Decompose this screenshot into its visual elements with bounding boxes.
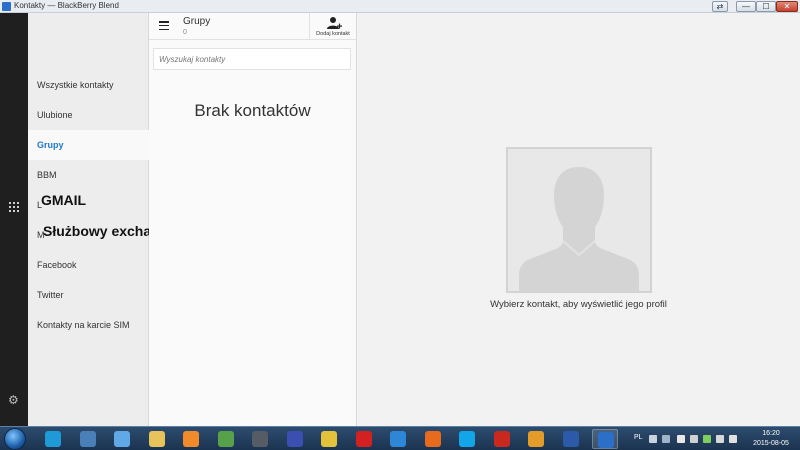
window-titlebar: Kontakty — BlackBerry Blend ⇄ — ☐ ✕ [0, 0, 800, 13]
taskbar-word-button[interactable] [558, 429, 584, 449]
window-title: Kontakty — BlackBerry Blend [14, 1, 119, 10]
app-x-icon [390, 431, 406, 447]
search-box [153, 48, 351, 70]
maximize-button[interactable]: ☐ [756, 1, 776, 12]
taskbar-app-orange-button[interactable] [523, 429, 549, 449]
clock[interactable]: 16:20 2015-08-05 [748, 429, 794, 449]
taskbar-network-button[interactable] [75, 429, 101, 449]
taskbar-app-x-button[interactable] [385, 429, 411, 449]
outlook-icon [183, 431, 199, 447]
chrome-icon [321, 431, 337, 447]
firefox-icon [424, 431, 441, 447]
taskbar-opera-button[interactable] [351, 429, 377, 449]
app-lock-icon [252, 431, 268, 447]
taskbar: PL 16:20 2015-08-05 [0, 426, 800, 450]
close-button[interactable]: ✕ [776, 1, 798, 12]
kodi-icon [45, 431, 61, 447]
start-button[interactable] [4, 428, 26, 450]
app-icon [2, 2, 11, 11]
add-contact-label: Dodaj kontakt [316, 31, 350, 37]
sidebar-item-facebook[interactable]: Facebook [28, 250, 149, 280]
taskbar-chrome-button[interactable] [316, 429, 342, 449]
app-green-icon [217, 431, 234, 447]
taskbar-save-button[interactable] [282, 429, 308, 449]
contact-count: 0 [183, 29, 187, 36]
save-icon [286, 431, 303, 447]
battery-icon[interactable] [703, 435, 711, 443]
word-icon [562, 431, 579, 447]
tray-expand-icon[interactable] [662, 435, 670, 443]
page-title: Grupy [183, 16, 211, 27]
contacts-list-panel: Grupy 0 Dodaj kontakt Brak kontaktów [149, 13, 357, 426]
clock-time: 16:20 [762, 430, 780, 437]
language-indicator[interactable]: PL [634, 434, 643, 441]
blend-icon [598, 432, 614, 448]
taskbar-explorer-button[interactable] [144, 429, 170, 449]
taskbar-app-lock-button[interactable] [247, 429, 273, 449]
sidebar-item-all-contacts[interactable]: Wszystkie kontakty [28, 70, 149, 100]
taskbar-firefox-button[interactable] [420, 429, 446, 449]
volume-icon[interactable] [729, 435, 737, 443]
category-sidebar: Wszystkie kontakty Ulubione Grupy BBM L … [28, 13, 149, 426]
search-input[interactable] [154, 49, 350, 70]
taskbar-outlook-button[interactable] [178, 429, 204, 449]
add-contact-button[interactable]: Dodaj kontakt [310, 13, 356, 40]
overlay-gmail-label: GMAIL [41, 192, 87, 208]
person-add-icon [327, 17, 342, 29]
blackberry-icon [114, 431, 130, 447]
empty-state-text: Brak kontaktów [194, 101, 311, 120]
contacts-header: Grupy 0 Dodaj kontakt [149, 13, 356, 40]
person-silhouette-icon [508, 149, 650, 291]
pdf-icon [493, 431, 510, 447]
taskbar-blackberry-button[interactable] [109, 429, 135, 449]
network-icon [79, 431, 96, 447]
clock-date: 2015-08-05 [753, 440, 789, 447]
left-rail: ⚙ [0, 13, 28, 426]
taskbar-pdf-button[interactable] [489, 429, 515, 449]
minimize-button[interactable]: — [736, 1, 756, 12]
network-icon[interactable] [716, 435, 724, 443]
flag-icon[interactable] [677, 435, 685, 443]
explorer-icon [148, 431, 165, 447]
avatar [506, 147, 652, 293]
contact-detail-panel: Wybierz kontakt, aby wyświetlić jego pro… [357, 13, 800, 426]
keyboard-icon[interactable] [649, 435, 657, 443]
swap-window-button[interactable]: ⇄ [712, 1, 728, 12]
select-contact-hint: Wybierz kontakt, aby wyświetlić jego pro… [490, 299, 667, 310]
menu-icon[interactable] [159, 21, 169, 30]
apps-grid-icon[interactable] [9, 202, 19, 212]
taskbar-skype-button[interactable] [454, 429, 480, 449]
app-orange-icon [528, 431, 544, 447]
skype-icon [459, 431, 475, 447]
taskbar-app-green-button[interactable] [213, 429, 239, 449]
sidebar-item-favorites[interactable]: Ulubione [28, 100, 149, 130]
opera-icon [355, 431, 372, 447]
sidebar-item-sim-contacts[interactable]: Kontakty na karcie SIM [28, 310, 149, 340]
taskbar-blend-button[interactable] [592, 429, 618, 449]
taskbar-kodi-button[interactable] [40, 429, 66, 449]
sidebar-item-groups[interactable]: Grupy [28, 130, 149, 160]
windows-icon[interactable] [690, 435, 698, 443]
sidebar-item-twitter[interactable]: Twitter [28, 280, 149, 310]
gear-icon[interactable]: ⚙ [8, 394, 19, 406]
sidebar-item-bbm[interactable]: BBM [28, 160, 149, 190]
